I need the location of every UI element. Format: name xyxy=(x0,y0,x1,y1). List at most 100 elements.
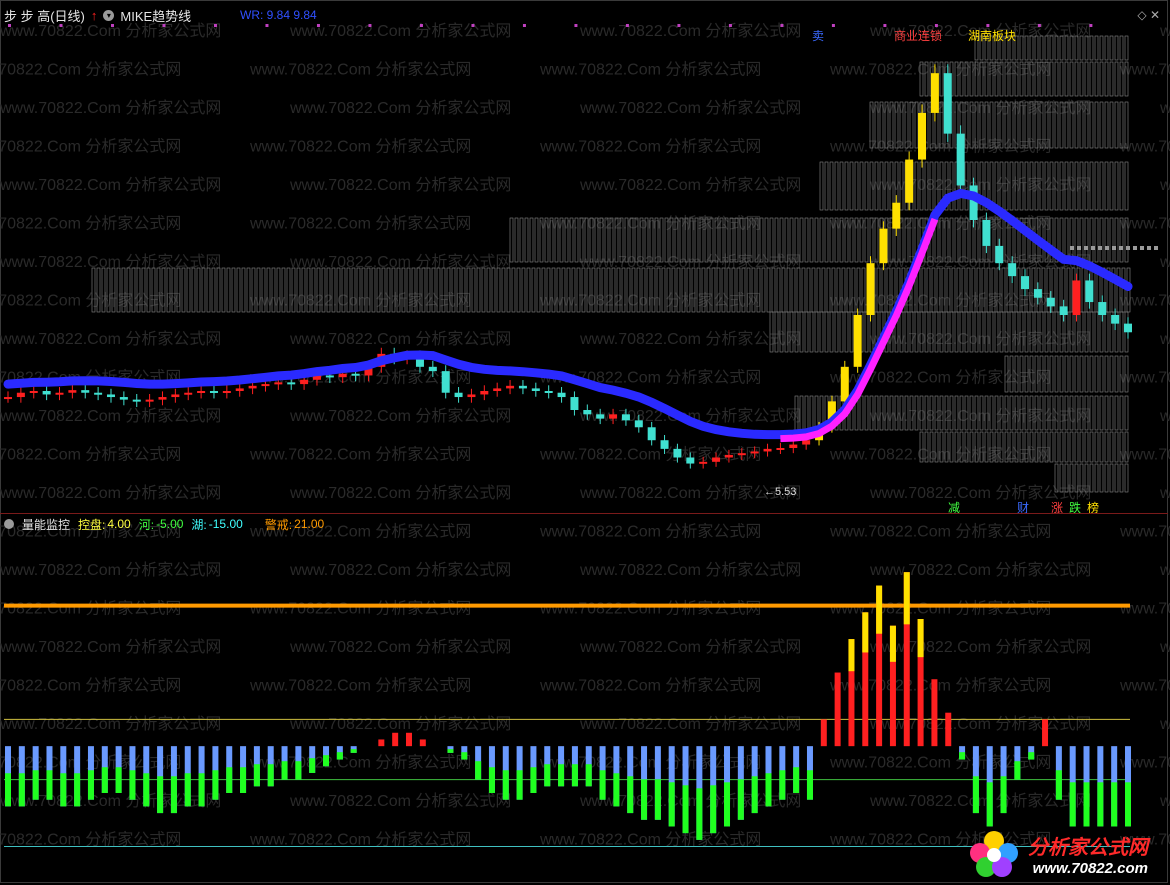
chip-bar xyxy=(1099,217,1104,263)
chip-bar xyxy=(529,217,534,263)
chip-bar xyxy=(1074,431,1079,463)
candle-body xyxy=(506,385,515,389)
candle-body xyxy=(699,461,708,464)
volume-bar-green xyxy=(336,752,343,760)
volume-bar-pos xyxy=(1042,719,1049,747)
candle-body xyxy=(802,440,811,445)
chip-bar xyxy=(809,311,814,353)
candle-body xyxy=(892,202,901,229)
window-controls[interactable]: ◇ ✕ xyxy=(1137,8,1160,22)
sub-settings-icon[interactable] xyxy=(4,519,14,529)
chip-bar xyxy=(476,267,481,313)
chip-bar xyxy=(1099,61,1104,97)
chip-bar xyxy=(1054,431,1059,463)
watermark-text: www.70822.Com 分析家公式网 xyxy=(289,22,511,40)
volume-bar-green xyxy=(737,779,744,820)
candle-body xyxy=(712,457,721,462)
volume-bar-green xyxy=(530,767,537,793)
volume-bar-green xyxy=(226,767,233,793)
chip-bar xyxy=(781,267,786,313)
volume-bar-pos xyxy=(392,732,399,747)
chip-bar xyxy=(1119,463,1124,493)
candle-body xyxy=(1085,280,1094,303)
volume-bar-green xyxy=(806,770,813,800)
watermark-text: www.70822.Com 分析家公式网 xyxy=(289,330,511,348)
chip-bar xyxy=(511,267,516,313)
volume-bar-green xyxy=(1014,761,1021,780)
chip-bar xyxy=(811,267,816,313)
watermark-text: www.70822.Com 分析家公式网 xyxy=(0,61,181,79)
up-arrow-icon: ↑ xyxy=(90,7,98,23)
chip-bar xyxy=(859,161,864,211)
candle-body xyxy=(209,391,218,393)
chip-bar xyxy=(196,267,201,313)
chip-bar xyxy=(496,267,501,313)
chip-bar xyxy=(1114,101,1119,149)
candle-body xyxy=(750,451,759,454)
chip-bar xyxy=(1109,161,1114,211)
watermark-text: www.70822.Com 分析家公式网 xyxy=(579,561,801,579)
watermark-text: www.70822.Com 分析家公式网 xyxy=(0,292,181,310)
chip-bar xyxy=(819,161,824,211)
volume-bar-green xyxy=(323,755,330,767)
candle-body xyxy=(132,399,141,402)
chip-bar xyxy=(1124,35,1129,61)
candle-body xyxy=(171,394,180,398)
volume-bar-green xyxy=(779,770,786,800)
candle-body xyxy=(956,133,965,186)
candle-body xyxy=(197,391,206,393)
candle-body xyxy=(1033,289,1042,298)
watermark-text: www.70822.Com 分析家公式网 xyxy=(1159,484,1170,502)
chip-bar xyxy=(1104,463,1109,493)
watermark-text: www.70822.Com 分析家公式网 xyxy=(0,99,221,117)
chip-bar xyxy=(236,267,241,313)
candle-body xyxy=(184,392,193,395)
watermark-text: www.70822.Com 分析家公式网 xyxy=(539,138,761,156)
business-marker: 商业连锁 xyxy=(894,28,942,43)
candle-body xyxy=(222,391,231,393)
watermark-layer: www.70822.Com 分析家公式网 www.70822.Com 分析家公式网… xyxy=(0,22,1170,849)
indicator-title[interactable]: MIKE趋势线 xyxy=(120,6,191,25)
chip-bar xyxy=(1084,355,1089,393)
candle-body xyxy=(1098,302,1107,315)
watermark-text: www.70822.Com 分析家公式网 xyxy=(0,138,181,156)
sub-title-bar: 量能监控 控盘: 4.00 河: -5.00 湖: -15.00 警戒: 21.… xyxy=(4,516,324,532)
watermark-text: www.70822.Com 分析家公式网 xyxy=(0,446,181,464)
chip-bar xyxy=(1109,395,1114,431)
candle-body xyxy=(29,391,38,393)
volume-bar-green xyxy=(74,773,81,807)
volume-bar-green xyxy=(724,782,731,827)
signal-dot xyxy=(419,24,423,27)
candle-body xyxy=(68,390,77,393)
volume-bar-green xyxy=(1111,782,1118,827)
volume-bar-top xyxy=(917,619,924,658)
candle-body xyxy=(673,448,682,458)
watermark-text: www.70822.Com 分析家公式网 xyxy=(249,215,471,233)
chip-bar xyxy=(1124,161,1129,211)
stock-title[interactable]: 步 步 高(日线) xyxy=(4,6,85,25)
chip-bar xyxy=(834,311,839,353)
chip-bar xyxy=(844,161,849,211)
candle-body xyxy=(737,453,746,456)
watermark-text: www.70822.Com 分析家公式网 xyxy=(1159,22,1170,40)
chip-bar xyxy=(534,217,539,263)
chip-bar xyxy=(1069,431,1074,463)
volume-bar-green xyxy=(599,770,606,800)
candle-body xyxy=(145,399,154,402)
candle-body xyxy=(918,112,927,160)
signal-dot xyxy=(522,24,526,27)
chip-bar xyxy=(761,267,766,313)
candle-body xyxy=(454,392,463,398)
candle-body xyxy=(724,454,733,458)
logo-url: www.70822.com xyxy=(1032,860,1148,877)
he-value: -5.00 xyxy=(156,517,184,531)
chip-bar xyxy=(1064,355,1069,393)
volume-bar-green xyxy=(143,773,150,807)
watermark-text: www.70822.Com 分析家公式网 xyxy=(0,715,221,733)
chip-bar xyxy=(786,267,791,313)
volume-bar-green xyxy=(18,773,25,807)
candle-body xyxy=(94,392,103,395)
settings-circle-icon[interactable]: ▾ xyxy=(103,9,115,21)
sub-indicator-name[interactable]: 量能监控 xyxy=(22,516,70,533)
chip-bar xyxy=(531,267,536,313)
